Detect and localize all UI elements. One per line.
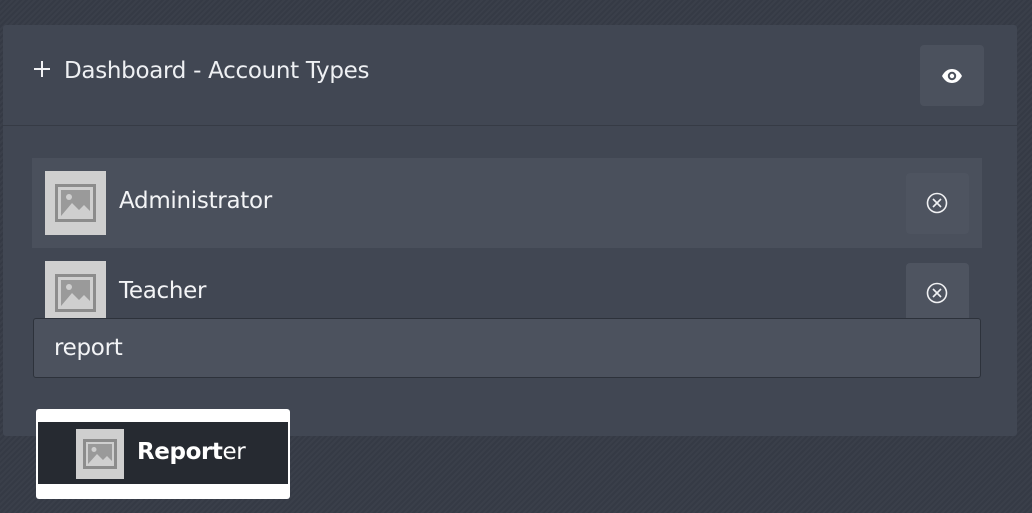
suggestion-rest-text: er — [222, 439, 246, 465]
selected-item-row: Administrator — [32, 158, 982, 248]
suggestion-label: Reporter — [137, 439, 246, 465]
panel-title: Dashboard - Account Types — [64, 58, 370, 84]
eye-icon — [942, 69, 962, 83]
toggle-visibility-button[interactable] — [920, 45, 984, 106]
item-label: Teacher — [119, 278, 207, 304]
remove-administrator-button[interactable] — [906, 173, 969, 234]
remove-teacher-button[interactable] — [906, 263, 969, 324]
item-label: Administrator — [119, 188, 272, 214]
suggestion-dropdown: Reporter — [36, 409, 290, 499]
suggestion-match-text: Report — [137, 439, 223, 465]
plus-icon[interactable] — [33, 60, 51, 78]
image-placeholder-icon — [76, 429, 124, 479]
suggestion-item-reporter[interactable]: Reporter — [38, 422, 288, 484]
image-placeholder-icon — [45, 171, 106, 235]
close-circle-icon — [926, 282, 948, 304]
image-placeholder-icon — [45, 261, 106, 325]
panel-header[interactable]: Dashboard - Account Types — [3, 25, 1017, 126]
search-input[interactable] — [33, 318, 981, 378]
close-circle-icon — [926, 192, 948, 214]
